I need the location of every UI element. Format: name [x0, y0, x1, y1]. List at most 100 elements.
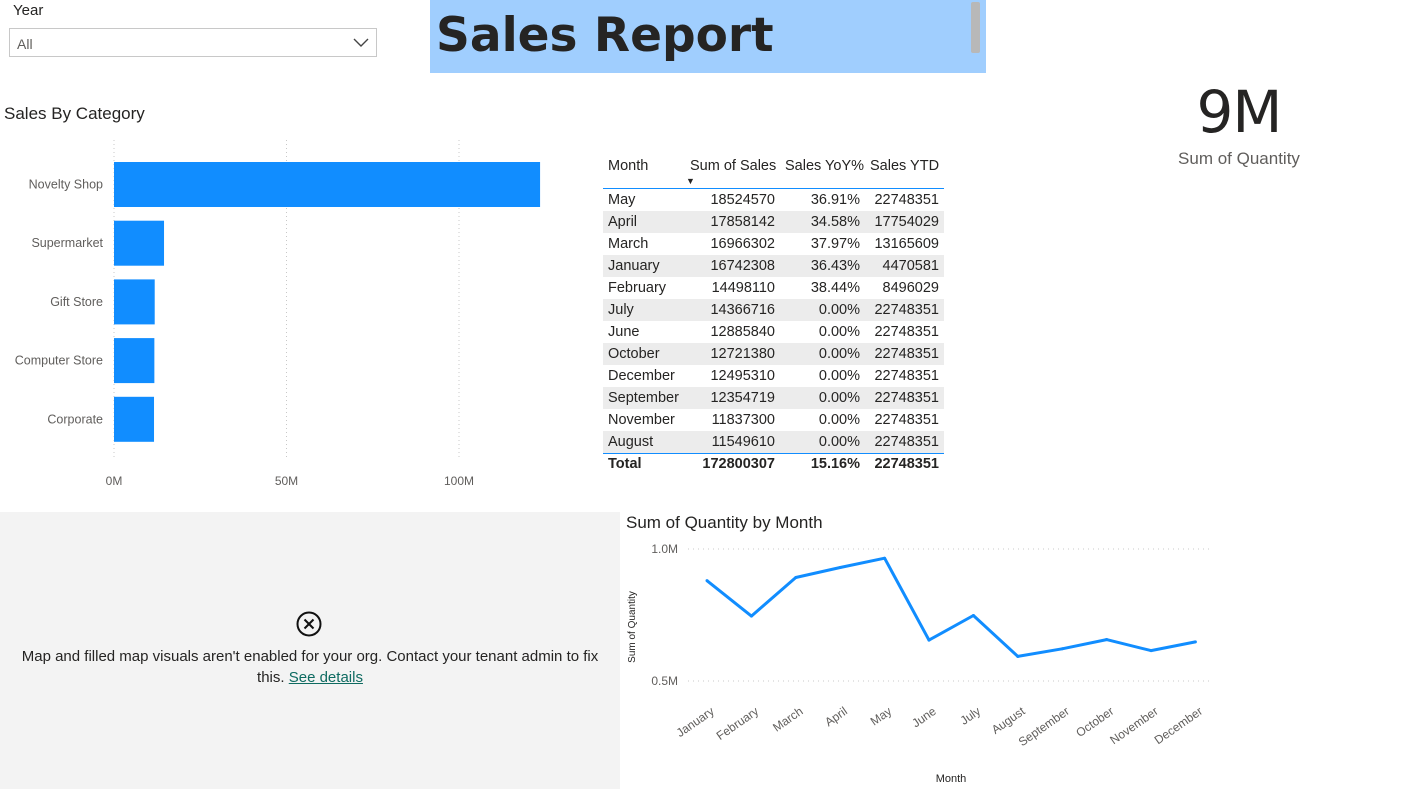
column-header-month[interactable]: Month [603, 156, 685, 189]
table-cell: 12721380 [685, 343, 780, 365]
table-cell: Total [603, 453, 685, 474]
column-header-sum-of-sales[interactable]: Sum of Sales ▼ [685, 156, 780, 189]
line-chart-y-axis-label: Sum of Quantity [627, 591, 638, 663]
table-cell: 18524570 [710, 192, 775, 208]
table-row[interactable]: August 11549610 0.00% 22748351 [603, 431, 944, 454]
line-chart-point [794, 576, 798, 580]
table-cell: May [608, 192, 636, 208]
table-cell: September [603, 387, 685, 409]
table-row[interactable]: July 14366716 0.00% 22748351 [603, 299, 944, 321]
table-row[interactable]: October 12721380 0.00% 22748351 [603, 343, 944, 365]
year-dropdown[interactable]: All [9, 28, 377, 57]
line-chart-point [927, 638, 931, 642]
table-cell: 34.58% [780, 211, 865, 233]
line-chart-point [883, 556, 887, 560]
table-cell: October [603, 343, 685, 365]
table-cell: 16966302 [710, 236, 775, 252]
line-chart-y-tick: 0.5M [651, 674, 678, 688]
table-cell: February [608, 280, 667, 296]
table-cell: 12885840 [710, 324, 775, 340]
table-row[interactable]: March 16966302 37.97% 13165609 [603, 233, 944, 255]
line-chart-point [1016, 654, 1020, 658]
map-visual-error-panel: Map and filled map visuals aren't enable… [0, 512, 620, 789]
sales-by-category-chart[interactable]: 0M 50M 100M Novelty Shop Supermarket Gift Sto… [0, 130, 560, 500]
bar-chart-bar [114, 338, 155, 384]
map-error-message: Map and filled map visuals aren't enable… [20, 646, 600, 688]
line-chart-x-tick: August [989, 704, 1028, 737]
see-details-link[interactable]: See details [289, 669, 363, 686]
bar-chart-title: Sales By Category [4, 104, 145, 123]
table-row[interactable]: June 12885840 0.00% 22748351 [603, 321, 944, 343]
table-row[interactable]: September 12354719 0.00% 22748351 [603, 387, 944, 409]
year-slicer-title: Year [13, 2, 44, 19]
line-chart-point [705, 579, 709, 583]
year-dropdown-value: All [17, 36, 33, 52]
quantity-card-value: 9M [1196, 78, 1283, 146]
table-cell: 16742308 [685, 255, 780, 277]
table-row[interactable]: May 18524570 36.91% 22748351 [603, 189, 944, 212]
table-cell: April [603, 211, 685, 233]
line-chart-point [971, 614, 975, 618]
table-cell: 14498110 [711, 280, 775, 296]
table-cell: 14366716 [685, 299, 780, 321]
table-cell: 11549610 [685, 431, 780, 454]
table-cell: 0.00% [818, 368, 860, 384]
table-cell: March [608, 236, 649, 252]
table-cell: 22748351 [874, 324, 939, 340]
bar-chart-category-label: Computer Store [15, 354, 103, 368]
line-chart-x-tick: April [822, 704, 850, 729]
banner-scrollbar[interactable] [971, 2, 980, 53]
line-chart-y-tick: 1.0M [651, 542, 678, 556]
column-header-label: Sales YoY% [785, 158, 865, 174]
table-cell: 22748351 [874, 368, 939, 384]
table-row[interactable]: February 14498110 38.44% 8496029 [603, 277, 944, 299]
bar-chart-bar [114, 396, 155, 442]
chevron-down-icon [353, 38, 369, 47]
line-chart-title: Sum of Quantity by Month [626, 513, 823, 532]
table-cell: 17858142 [685, 211, 780, 233]
table-cell: 0.00% [780, 299, 865, 321]
bar-chart-category-label: Supermarket [31, 236, 103, 250]
table-cell: 0.00% [780, 343, 865, 365]
table-cell: 12354719 [685, 387, 780, 409]
table-cell: 8496029 [882, 280, 939, 296]
error-circle-x-icon [296, 611, 322, 637]
bar-chart-x-tick: 50M [275, 474, 298, 488]
bar-chart-category-label: Novelty Shop [29, 178, 103, 192]
line-chart-series-line [706, 556, 1196, 658]
column-header-sales-ytd[interactable]: Sales YTD [865, 156, 944, 189]
line-chart-x-axis-label: Month [936, 773, 967, 785]
bar-chart-category-label: Corporate [47, 412, 103, 426]
line-chart-x-tick: November [1107, 704, 1160, 747]
line-chart-x-tick: December [1152, 704, 1205, 747]
table-cell: 22748351 [874, 412, 939, 428]
table-cell: 15.16% [780, 453, 865, 474]
table-cell: January [603, 255, 685, 277]
line-chart-point [838, 565, 842, 569]
report-header-banner: Sales Report [430, 0, 986, 73]
line-chart-point [1105, 638, 1109, 642]
table-cell: 4470581 [865, 255, 944, 277]
quantity-by-month-chart[interactable]: 1.0M 0.5M JanuaryFebruary March April May June… [620, 535, 1240, 789]
table-cell: 0.00% [818, 412, 860, 428]
table-total-row: Total 172800307 15.16% 22748351 [603, 453, 944, 474]
table-row[interactable]: April 17858142 34.58% 17754029 [603, 211, 944, 233]
table-cell: 22748351 [865, 343, 944, 365]
table-cell: July [603, 299, 685, 321]
table-cell: 22748351 [865, 431, 944, 454]
bar-chart-category-label: Gift Store [50, 295, 103, 309]
table-cell: 13165609 [874, 236, 939, 252]
bar-chart-bar [114, 162, 541, 207]
sales-table[interactable]: Month Sum of Sales ▼ Sales YoY% Sales YTD… [603, 156, 944, 474]
table-cell: 172800307 [685, 453, 780, 474]
line-chart-point [1060, 647, 1064, 651]
table-cell: 22748351 [874, 192, 939, 208]
table-row[interactable]: December 12495310 0.00% 22748351 [603, 365, 944, 387]
column-header-sales-yoy[interactable]: Sales YoY% [780, 156, 865, 189]
table-row[interactable]: November 11837300 0.00% 22748351 [603, 409, 944, 431]
table-cell: 22748351 [865, 453, 944, 474]
column-header-label: Sales YTD [870, 158, 940, 174]
line-chart-x-tick: May [868, 704, 895, 728]
table-cell: 0.00% [818, 324, 860, 340]
table-row[interactable]: January 16742308 36.43% 4470581 [603, 255, 944, 277]
